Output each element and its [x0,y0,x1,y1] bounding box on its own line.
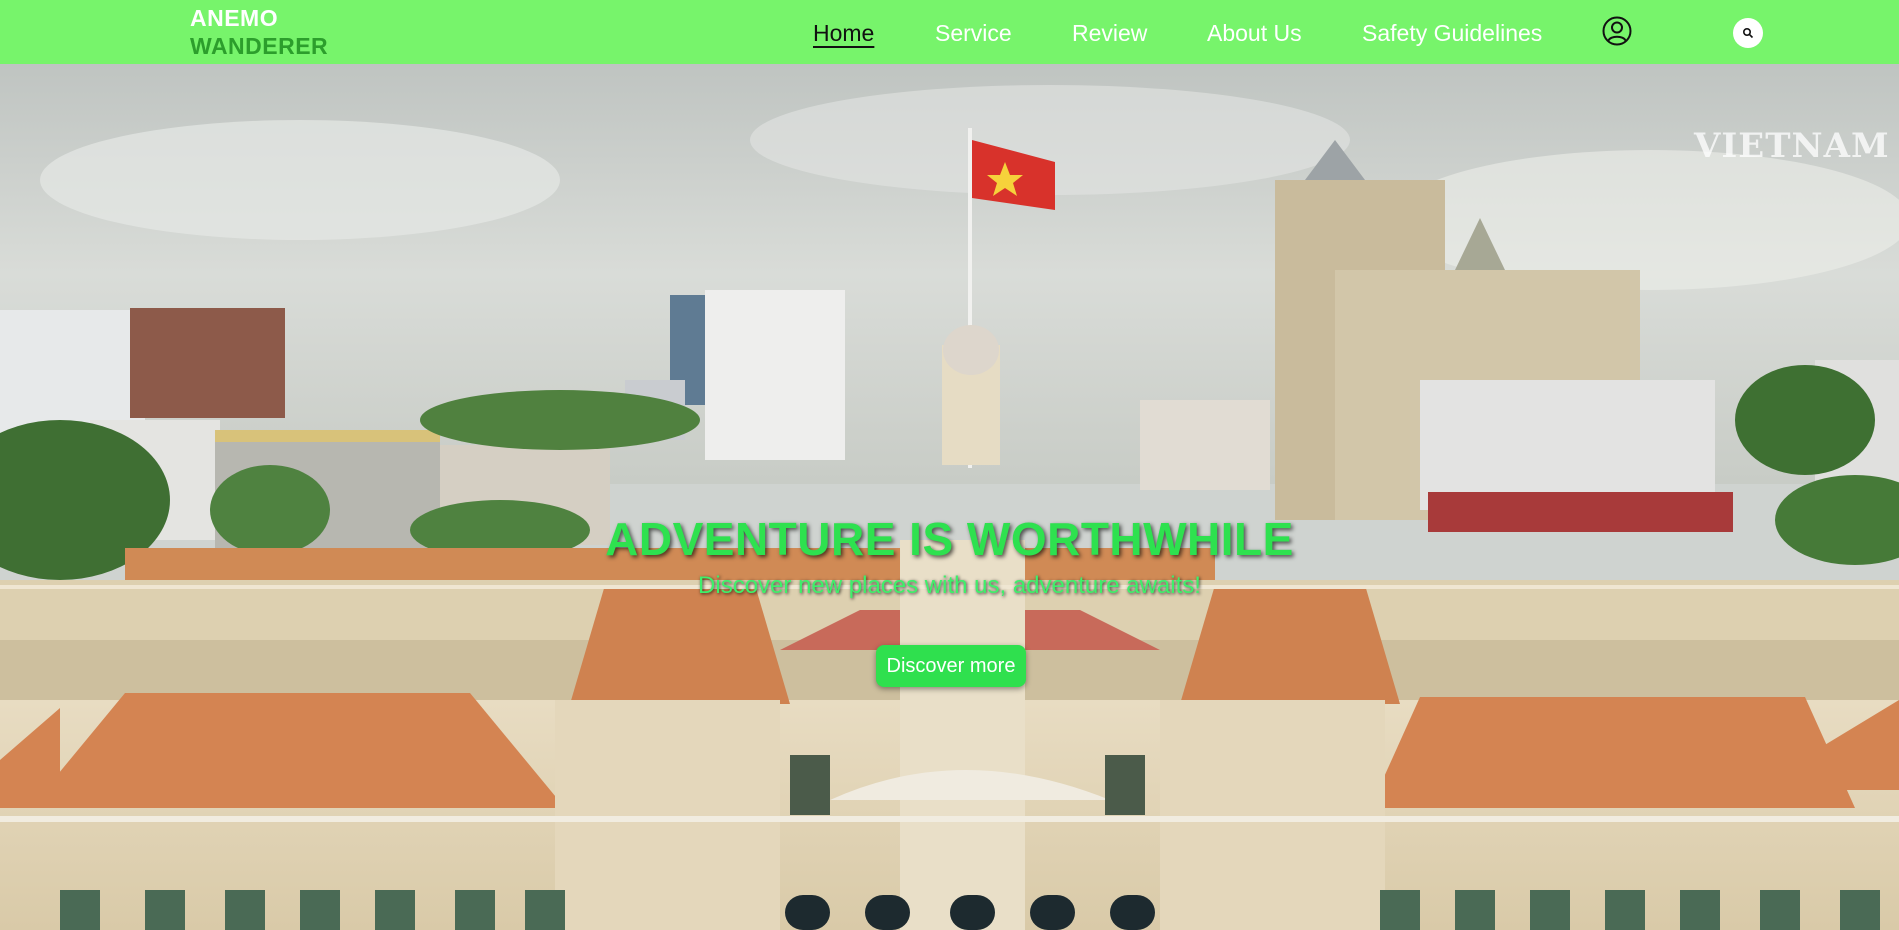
nav-item-home[interactable]: Home [813,20,874,47]
nav-item-about-us[interactable]: About Us [1207,20,1302,47]
nav-item-service[interactable]: Service [935,20,1012,47]
search-button[interactable] [1733,18,1763,48]
nav-item-safety-guidelines[interactable]: Safety Guidelines [1362,20,1542,47]
user-circle-icon [1602,16,1632,46]
brand-name-line2: WANDERER [190,33,329,59]
hero-background-image [0,64,1899,930]
search-icon [1742,27,1754,39]
brand-logo[interactable]: ANEMO WANDERER [190,4,328,60]
discover-more-button[interactable]: Discover more [876,645,1026,687]
hero-subtitle: Discover new places with us, adventure a… [698,572,1201,599]
watermark-label: VIETNAM [1694,126,1890,166]
nav-item-review[interactable]: Review [1072,20,1147,47]
hero-title: ADVENTURE IS WORTHWHILE [605,513,1294,565]
brand-name-line1: ANEMO [190,5,279,31]
hero-section: VIETNAM ADVENTURE IS WORTHWHILE Discover… [0,64,1899,930]
top-navbar: ANEMO WANDERER Home Service Review About… [0,0,1899,64]
user-account-button[interactable] [1602,16,1632,46]
